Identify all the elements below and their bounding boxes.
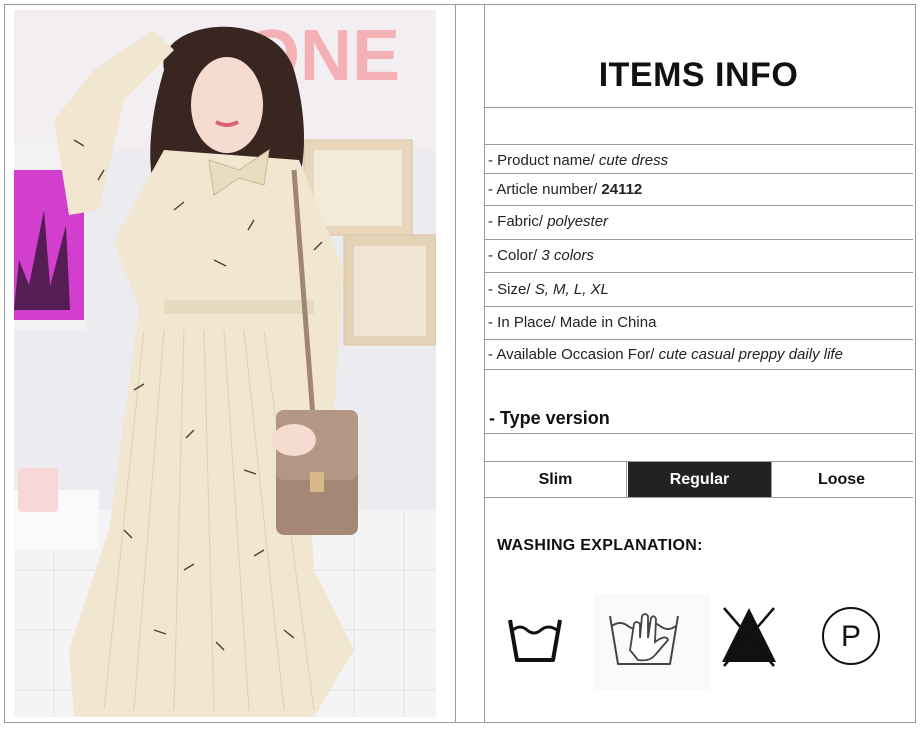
info-row-color: - Color/ 3 colors: [488, 247, 594, 264]
table-line: [484, 272, 913, 273]
row-label: - Available Occasion For/: [488, 346, 655, 363]
fit-option-loose[interactable]: Loose: [771, 462, 912, 497]
do-not-bleach-icon: [718, 602, 780, 673]
row-label: - Fabric/: [488, 213, 544, 230]
row-label: - Product name/: [488, 152, 595, 169]
info-row-article-number: - Article number/ 24112: [488, 181, 642, 198]
table-line: [484, 173, 913, 174]
washing-explanation-title: WASHING EXPLANATION:: [497, 537, 703, 554]
segment-divider: [626, 462, 627, 497]
row-label: - Article number/: [488, 181, 598, 198]
row-value: cute dress: [598, 152, 669, 169]
row-value: S, M, L, XL: [534, 281, 609, 298]
row-value: 24112: [601, 181, 643, 198]
washing-tub-icon: [505, 612, 565, 671]
row-label: - In Place/ Made in China: [488, 314, 657, 331]
dry-clean-letter: P: [841, 620, 861, 653]
row-label: - Color/: [488, 247, 538, 264]
row-label: - Size/: [488, 281, 531, 298]
panel-divider-right: [484, 4, 485, 723]
info-row-product-name: - Product name/ cute dress: [488, 152, 668, 169]
panel-divider-left: [455, 4, 456, 723]
fit-option-slim[interactable]: Slim: [485, 462, 626, 497]
type-version-label: - Type version: [489, 408, 610, 428]
row-value: cute casual preppy daily life: [658, 346, 843, 363]
info-row-in-place: - In Place/ Made in China: [488, 314, 656, 331]
table-line: [484, 107, 913, 108]
table-line: [484, 433, 913, 434]
product-photo: ONE: [14, 10, 436, 717]
table-line: [484, 497, 913, 498]
dry-clean-p-icon: P: [820, 603, 882, 674]
row-value: polyester: [547, 213, 609, 230]
hand-wash-icon: [594, 594, 710, 690]
items-info-title: ITEMS INFO: [598, 56, 799, 94]
info-row-size: - Size/ S, M, L, XL: [488, 281, 609, 298]
table-line: [484, 306, 913, 307]
row-value: 3 colors: [541, 247, 594, 264]
fit-option-regular[interactable]: Regular: [628, 462, 771, 497]
table-line: [484, 339, 913, 340]
table-line: [484, 369, 913, 370]
table-line: [484, 239, 913, 240]
info-row-occasion: - Available Occasion For/ cute casual pr…: [488, 346, 843, 363]
table-line: [484, 144, 913, 145]
info-row-fabric: - Fabric/ polyester: [488, 213, 608, 230]
table-line: [484, 205, 913, 206]
